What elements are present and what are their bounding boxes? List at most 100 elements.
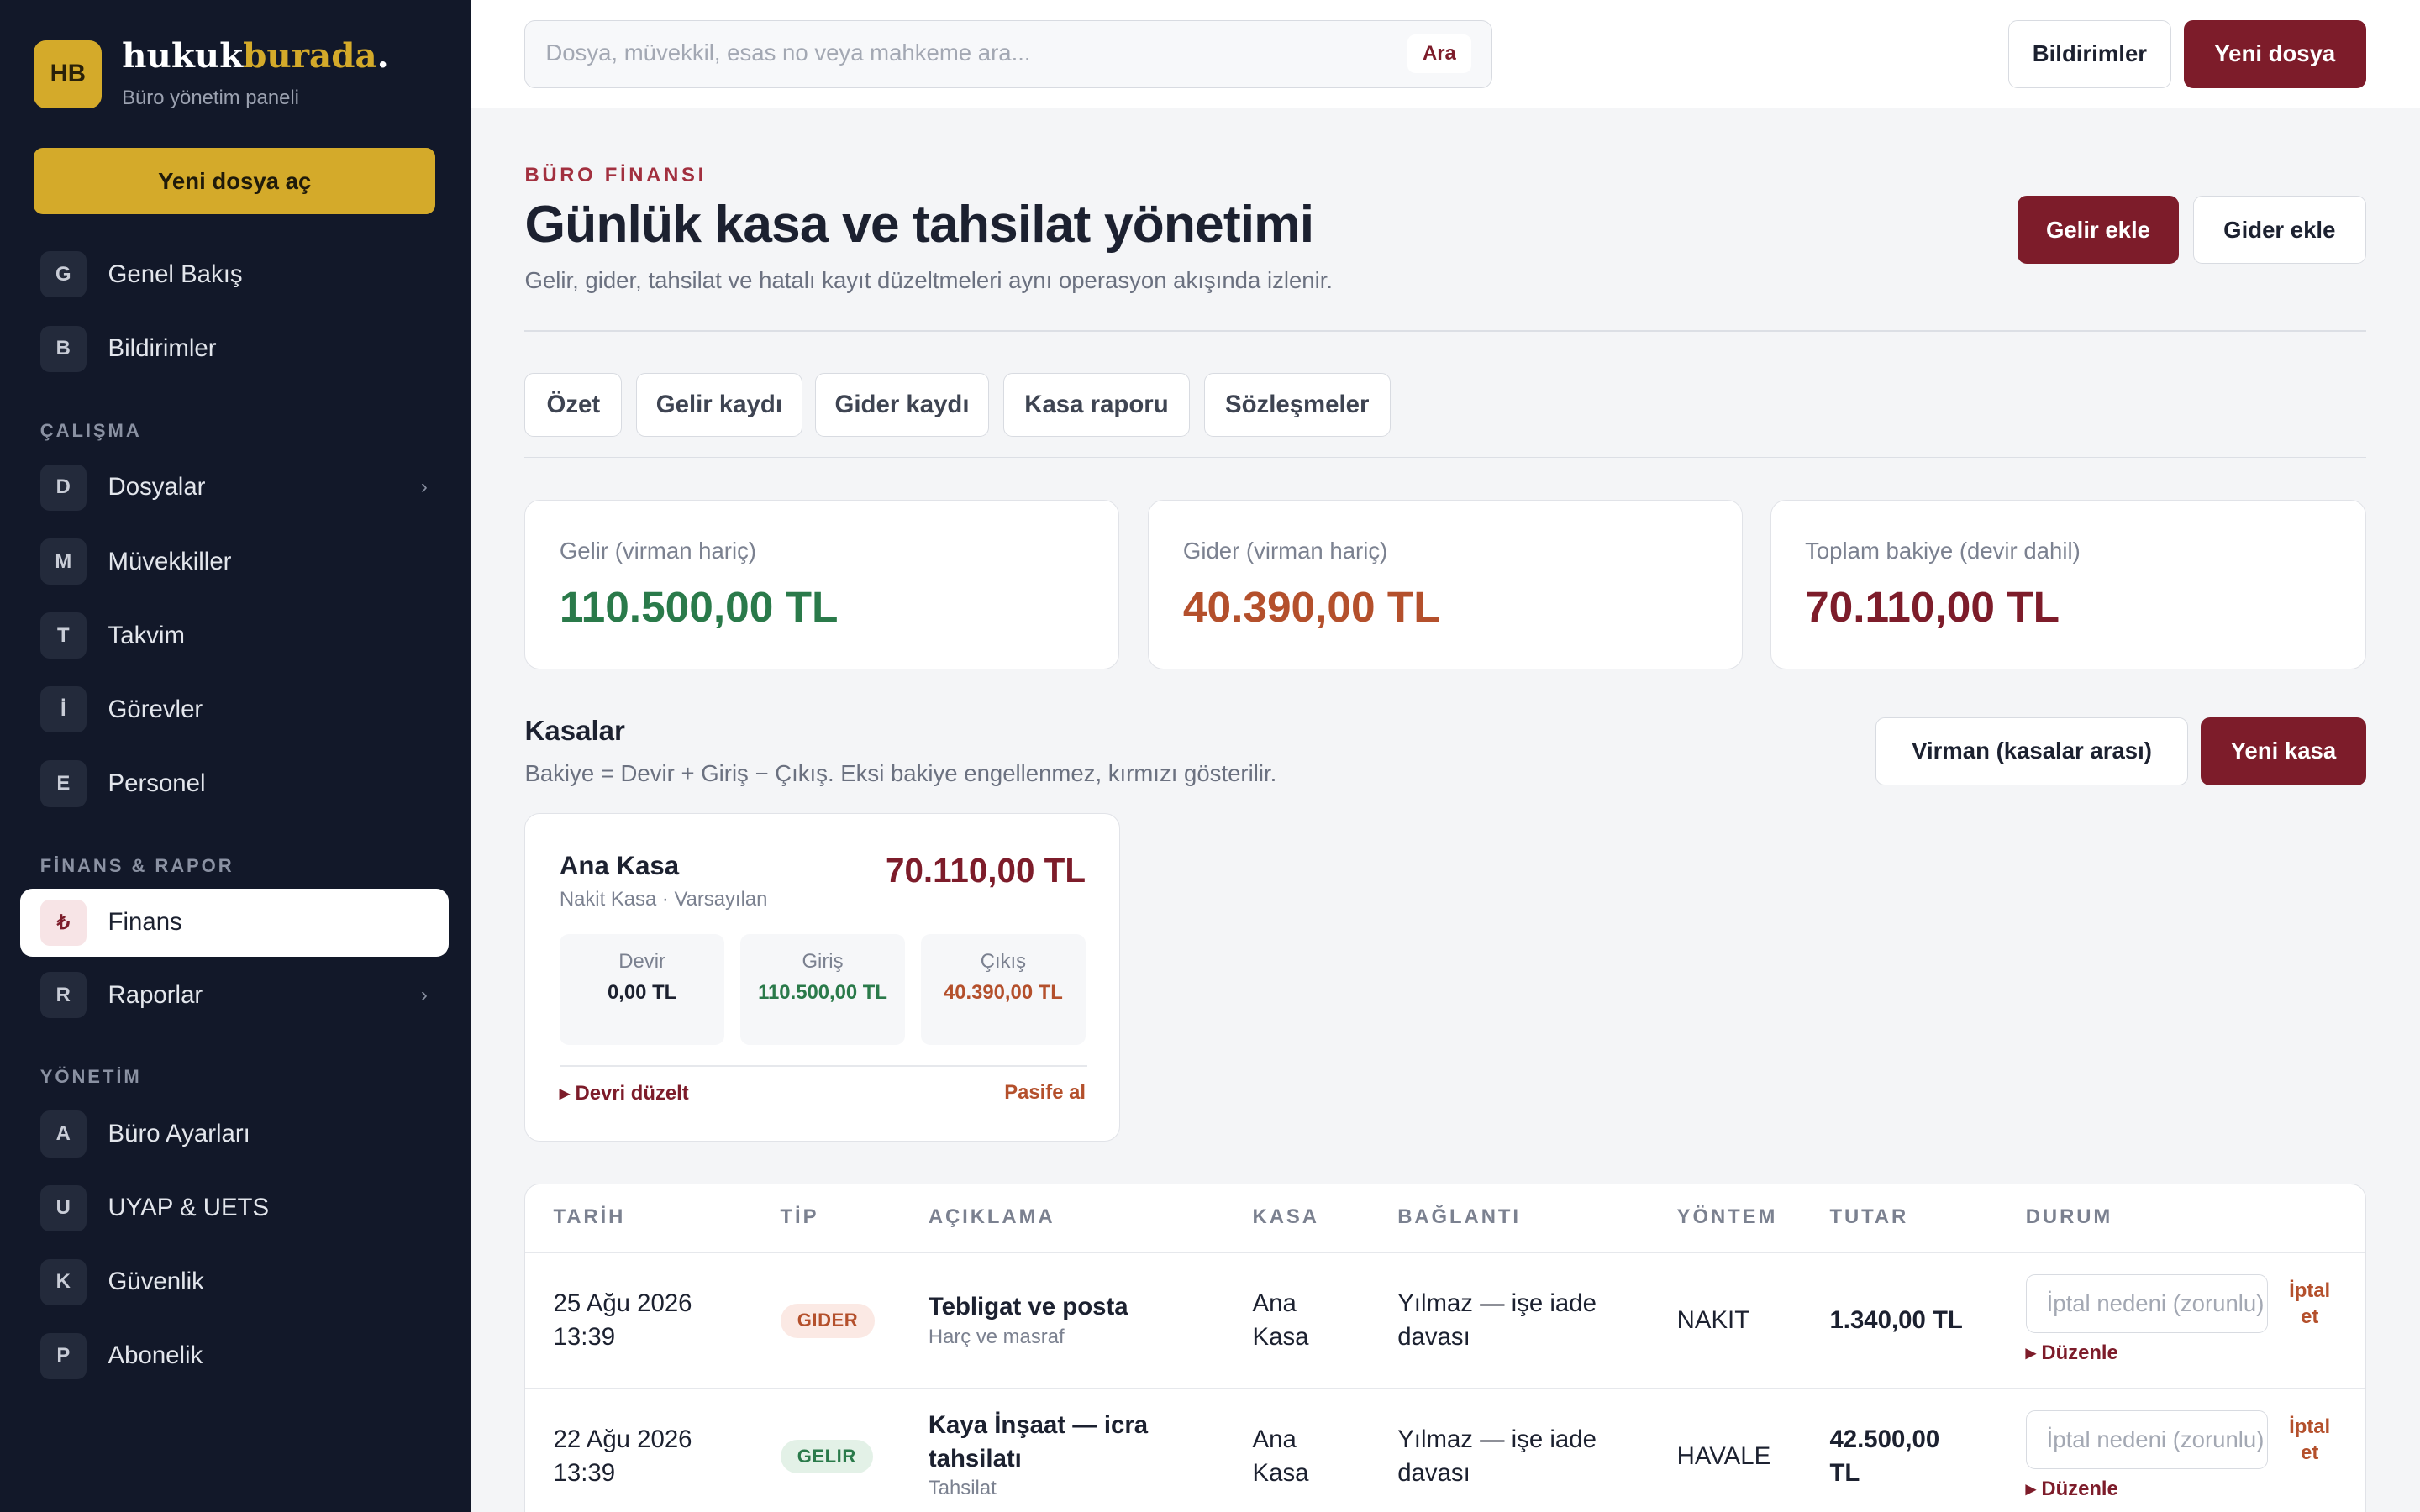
sidebar-item-label: UYAP & UETS [108,1194,270,1222]
date-cell: 22 Ağu 2026 13:39 [553,1425,692,1487]
deactivate-link[interactable]: Pasife al [1004,1081,1086,1105]
stat-card-balance: Toplam bakiye (devir dahil) 70.110,00 TL [1770,500,2366,670]
search-input[interactable] [525,20,1391,87]
amount-cell: 1.340,00 TL [1829,1306,1963,1335]
staff-letter-icon: E [39,760,87,807]
cash-balance: 70.110,00 TL [885,851,1086,890]
edit-carryover-link[interactable]: ▸ Devri düzelt [560,1081,689,1105]
tab-summary[interactable]: Özet [524,373,623,437]
tasks-letter-icon: İ [39,686,87,733]
sidebar-section-admin: YÖNETİM [39,1066,142,1088]
sidebar-item-label: Abonelik [108,1341,203,1370]
sidebar-item-reports[interactable]: R Raporlar › [20,961,450,1029]
column-header: TİP [780,1205,819,1229]
new-file-button[interactable]: Yeni dosya [2183,19,2366,88]
chevron-right-icon: › [420,475,428,499]
type-badge: GIDER [780,1304,876,1338]
mini-label: Devir [618,949,666,973]
type-badge: GELIR [780,1439,873,1474]
column-header: TUTAR [1829,1205,1909,1229]
divider [524,456,2366,459]
edit-link[interactable]: ▸ Düzenle [2026,1341,2118,1365]
add-expense-button[interactable]: Gider ekle [2192,196,2366,265]
cancel-link[interactable]: İptal et [2279,1414,2340,1466]
amount-cell: 42.500,00 TL [1829,1425,1940,1487]
tab-cash-report[interactable]: Kasa raporu [1002,373,1191,437]
cancel-link[interactable]: İptal et [2279,1278,2340,1330]
mini-value: 40.390,00 TL [943,980,1063,1004]
tab-income-record[interactable]: Gelir kaydı [635,373,803,437]
transactions-table: TARİH TİP AÇIKLAMA KASA BAĞLANTI YÖNTEM … [524,1183,2366,1512]
column-header: DURUM [2025,1205,2113,1229]
chevron-right-icon: › [420,983,428,1006]
sidebar-item-uyap[interactable]: U UYAP & UETS [20,1174,450,1242]
sidebar-new-file-button[interactable]: Yeni dosya aç [34,148,435,215]
cancel-reason-input[interactable] [2025,1274,2269,1334]
security-letter-icon: K [39,1258,87,1305]
sidebar-item-tasks[interactable]: İ Görevler [20,675,450,743]
add-income-button[interactable]: Gelir ekle [2017,196,2180,265]
sidebar-item-label: Personel [108,769,206,798]
cash-section-title: Kasalar [524,716,625,748]
reports-letter-icon: R [39,972,87,1019]
sidebar-item-label: Takvim [108,621,185,649]
sidebar-item-clients[interactable]: M Müvekkiller [20,528,450,596]
description-title: Tebligat ve posta [928,1292,1128,1320]
column-header: AÇIKLAMA [928,1205,1055,1229]
search-box: Ara [524,19,1493,88]
new-cash-button[interactable]: Yeni kasa [2201,717,2366,785]
sidebar-item-label: Güvenlik [108,1268,204,1296]
stat-value: 40.390,00 TL [1182,581,1440,631]
column-header: BAĞLANTI [1397,1205,1521,1229]
sidebar-item-finance[interactable]: ₺ Finans [19,888,450,957]
cancel-reason-input[interactable] [2025,1410,2269,1469]
topbar: Ara Bildirimler Yeni dosya [471,0,2420,108]
brand-subtitle: Büro yönetim paneli [122,86,299,109]
tab-contracts[interactable]: Sözleşmeler [1203,373,1391,437]
sidebar-item-subscription[interactable]: P Abonelik [20,1322,450,1390]
settings-letter-icon: A [39,1110,87,1158]
link-cell[interactable]: Yılmaz — işe iade davası [1397,1287,1597,1355]
search-button[interactable]: Ara [1407,34,1472,74]
sidebar-item-label: Finans [108,908,182,937]
main-content: Ara Bildirimler Yeni dosya BÜRO FİNANSI … [471,0,2420,1512]
description-sub: Harç ve masraf [928,1325,1065,1348]
uyap-letter-icon: U [39,1184,87,1231]
sidebar-item-files[interactable]: D Dosyalar › [20,454,450,522]
sidebar-item-notifications[interactable]: B Bildirimler [20,315,450,383]
sidebar-item-overview[interactable]: G Genel Bakış [20,241,450,309]
transfer-button[interactable]: Virman (kasalar arası) [1875,717,2189,785]
sidebar-item-label: Bildirimler [108,334,217,363]
subscription-letter-icon: P [39,1332,87,1379]
sidebar: HB hukukburada. Büro yönetim paneli Yeni… [0,0,471,1512]
cash-outflow-box: Çıkış 40.390,00 TL [920,934,1086,1046]
divider [524,330,2366,332]
tab-expense-record[interactable]: Gider kaydı [814,373,990,437]
column-header: KASA [1252,1205,1319,1229]
sidebar-item-calendar[interactable]: T Takvim [20,601,450,669]
sidebar-item-label: Büro Ayarları [108,1119,250,1147]
cash-card: Ana Kasa Nakit Kasa · Varsayılan 70.110,… [524,812,1121,1142]
stat-card-expense: Gider (virman hariç) 40.390,00 TL [1148,500,1743,670]
mini-value: 0,00 TL [608,980,677,1004]
link-cell[interactable]: Yılmaz — işe iade davası [1397,1423,1597,1491]
stat-value: 70.110,00 TL [1805,581,2060,631]
notifications-button[interactable]: Bildirimler [2007,19,2172,88]
page-title: Günlük kasa ve tahsilat yönetimi [524,195,1314,255]
divider [559,1065,1088,1068]
sidebar-item-label: Genel Bakış [108,260,243,288]
files-letter-icon: D [39,464,87,511]
method-cell: NAKIT [1676,1306,1750,1335]
sidebar-item-staff[interactable]: E Personel [20,750,450,818]
description-sub: Tahsilat [928,1476,997,1499]
sidebar-item-office-settings[interactable]: A Büro Ayarları [20,1100,450,1168]
cash-section-subtitle: Bakiye = Devir + Giriş − Çıkış. Eksi bak… [524,760,1277,787]
edit-link[interactable]: ▸ Düzenle [2026,1477,2118,1501]
sidebar-item-security[interactable]: K Güvenlik [20,1248,450,1316]
table-row: 25 Ağu 2026 13:39 GIDER Tebligat ve posta… [525,1252,2365,1389]
date-cell: 25 Ağu 2026 13:39 [553,1289,692,1352]
clients-letter-icon: M [39,538,87,585]
sidebar-item-label: Raporlar [108,980,203,1009]
page-subtitle: Gelir, gider, tahsilat ve hatalı kayıt d… [524,266,1334,293]
brand[interactable]: HB hukukburada. Büro yönetim paneli [34,37,389,110]
